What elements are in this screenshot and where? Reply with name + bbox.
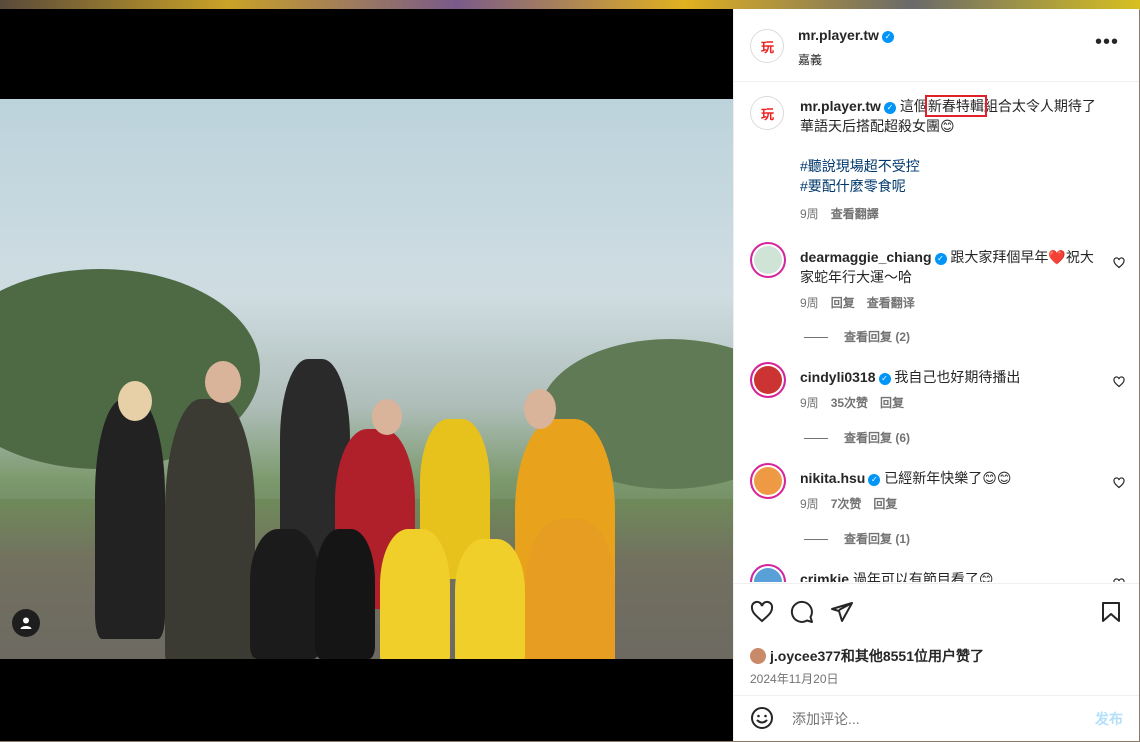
verified-badge-icon: ✓ xyxy=(881,31,894,43)
comment-input[interactable] xyxy=(790,708,1074,730)
view-replies-button[interactable]: 查看回复 (1) xyxy=(804,530,910,547)
comment: crimkie 過年可以有節目看了😊 xyxy=(800,571,994,582)
post-header: 玩 mr.player.tw ✓ 嘉義 ••• xyxy=(734,9,1139,82)
hashtag-link[interactable]: #要配什麼零食呢 xyxy=(800,178,906,194)
author-avatar[interactable]: 玩 xyxy=(750,29,784,63)
comment: cindyli0318 ✓ 我自己也好期待播出 9周 35次赞 回复 xyxy=(800,369,1021,410)
reply-button[interactable]: 回复 xyxy=(873,497,897,511)
view-replies-button[interactable]: 查看回复 (6) xyxy=(804,429,910,446)
verified-badge-icon: ✓ xyxy=(868,474,881,486)
more-options-button[interactable]: ••• xyxy=(1095,31,1119,54)
comment-like-count[interactable]: 7次赞 xyxy=(831,497,862,511)
reply-button[interactable]: 回复 xyxy=(880,396,904,410)
post-date: 2024年11月20日 xyxy=(750,672,839,686)
comment-avatar[interactable] xyxy=(750,362,786,398)
user-tag-icon xyxy=(20,617,32,629)
action-bar: j.oycee377和其他8551位用户赞了 2024年11月20日 xyxy=(734,583,1139,704)
post-comment-button[interactable]: 发布 xyxy=(1095,709,1123,729)
comment-composer: 发布 xyxy=(734,695,1139,742)
liker-avatar xyxy=(750,648,766,664)
caption: mr.player.tw ✓ 這個新春特輯組合太令人期待了 華語天后搭配超殺女團😊… xyxy=(800,95,1120,224)
post-location[interactable]: 嘉義 xyxy=(798,51,894,68)
comment: dearmaggie_chiang ✓ 跟大家拜個早年❤️祝大家蛇年行大運～哈 9… xyxy=(800,249,1094,310)
comment-like-count[interactable]: 35次赞 xyxy=(831,396,868,410)
save-icon[interactable] xyxy=(1099,600,1123,624)
verified-badge-icon: ✓ xyxy=(934,253,947,265)
see-translation-link[interactable]: 查看翻譯 xyxy=(831,207,879,221)
view-replies-button[interactable]: 查看回复 (2) xyxy=(804,328,910,345)
comment: nikita.hsu ✓ 已經新年快樂了😊😊 9周 7次赞 回复 xyxy=(800,470,1012,511)
comments-scroll-area[interactable]: 玩 mr.player.tw ✓ 這個新春特輯組合太令人期待了 華語天后搭配超殺女… xyxy=(734,82,1139,582)
emoji-icon[interactable] xyxy=(750,706,774,730)
caption-meta: 9周 查看翻譯 xyxy=(800,207,879,221)
user-tag-button[interactable] xyxy=(12,609,40,637)
comment-icon[interactable] xyxy=(790,600,814,624)
highlighted-caption-text: 新春特輯 xyxy=(924,95,987,117)
hashtag-link[interactable]: #聽說現場超不受控 xyxy=(800,158,920,174)
more-icon: ••• xyxy=(1094,31,1119,53)
see-translation-link[interactable]: 查看翻译 xyxy=(867,296,915,310)
caption-avatar[interactable]: 玩 xyxy=(750,96,784,130)
post-photo xyxy=(0,99,733,659)
verified-badge-icon: ✓ xyxy=(883,102,896,114)
post-side-panel: 玩 mr.player.tw ✓ 嘉義 ••• 玩 mr.player.tw ✓ 這… xyxy=(733,9,1139,741)
like-comment-heart-icon[interactable] xyxy=(1113,257,1125,269)
verified-badge-icon: ✓ xyxy=(878,373,891,385)
share-icon[interactable] xyxy=(830,600,854,624)
comment-avatar[interactable] xyxy=(750,242,786,278)
caption-username[interactable]: mr.player.tw xyxy=(800,98,881,114)
likes-summary[interactable]: j.oycee377和其他8551位用户赞了 xyxy=(750,646,984,666)
reply-button[interactable]: 回复 xyxy=(831,296,855,310)
comment-avatar[interactable] xyxy=(750,463,786,499)
like-comment-heart-icon[interactable] xyxy=(1113,376,1125,388)
author-username[interactable]: mr.player.tw xyxy=(798,27,879,43)
heart-icon[interactable] xyxy=(750,600,774,624)
comment-avatar[interactable] xyxy=(750,564,786,582)
post-media xyxy=(0,9,733,741)
like-comment-heart-icon[interactable] xyxy=(1113,477,1125,489)
like-comment-heart-icon[interactable] xyxy=(1113,578,1125,582)
